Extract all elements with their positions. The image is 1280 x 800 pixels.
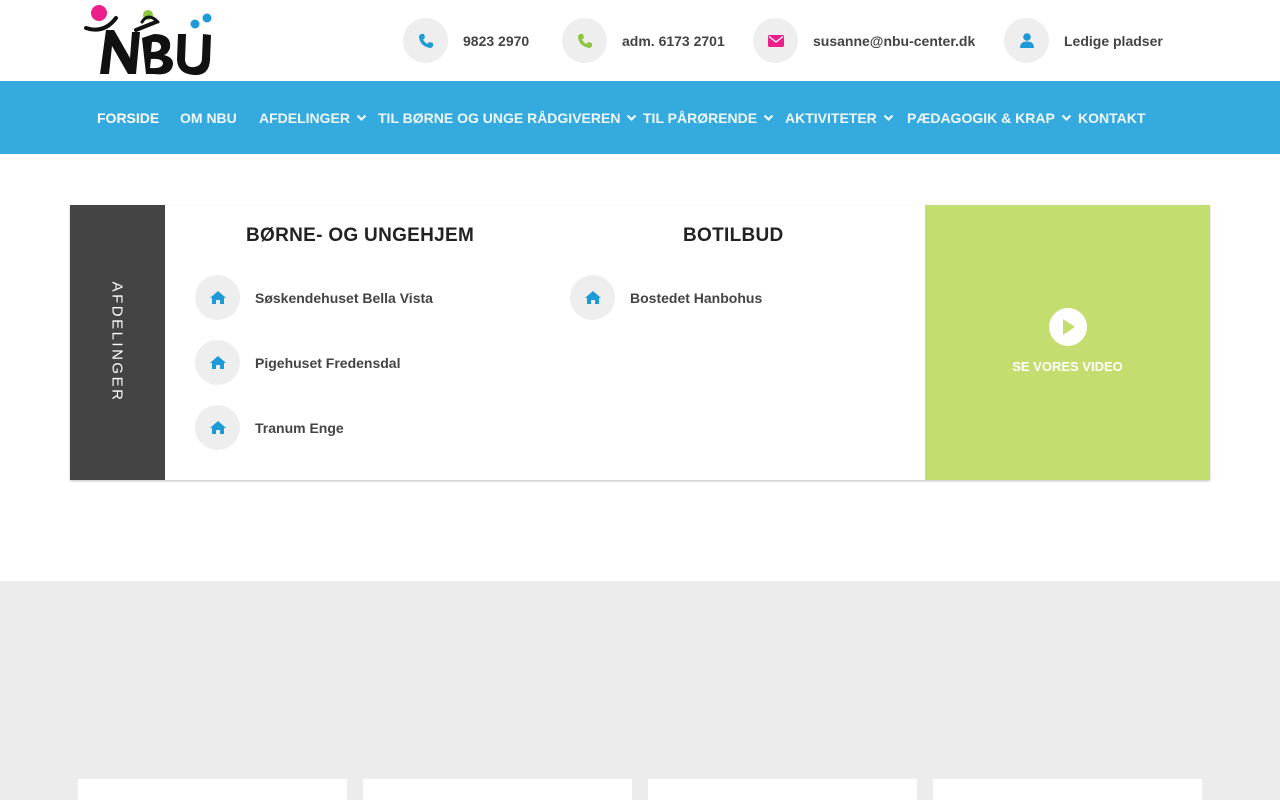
dept-link-hanbohus[interactable]: Bostedet Hanbohus <box>570 275 762 320</box>
nav-item-afdelinger[interactable]: AFDELINGER <box>259 81 367 154</box>
chevron-down-icon <box>883 114 894 122</box>
nbu-logo[interactable] <box>84 4 218 78</box>
nav-item-label: TIL PÅRØRENDE <box>643 109 758 126</box>
column-title-ungehjem: BØRNE- OG UNGEHJEM <box>246 225 475 246</box>
contact-email[interactable]: susanne@nbu-center.dk <box>753 18 975 63</box>
dept-link-label: Bostedet Hanbohus <box>630 289 763 306</box>
content-card <box>933 779 1202 800</box>
home-icon <box>195 340 240 385</box>
nav-item-label: AKTIVITETER <box>785 109 877 126</box>
contact-admin-phone-text: adm. 6173 2701 <box>622 32 725 49</box>
contact-phone[interactable]: 9823 2970 <box>403 18 529 63</box>
main-nav: FORSIDE OM NBU AFDELINGER TIL BØRNE OG U… <box>0 81 1280 154</box>
contact-phone-text: 9823 2970 <box>463 32 530 49</box>
contact-admin-phone[interactable]: adm. 6173 2701 <box>562 18 725 63</box>
home-icon <box>570 275 615 320</box>
envelope-icon <box>753 18 798 63</box>
dept-link-tranum-enge[interactable]: Tranum Enge <box>195 405 344 450</box>
top-bar: 9823 2970 adm. 6173 2701 susanne@nbu-cen… <box>0 0 1280 81</box>
phone-icon <box>403 18 448 63</box>
chevron-down-icon <box>356 114 367 122</box>
dept-link-fredensdal[interactable]: Pigehuset Fredensdal <box>195 340 400 385</box>
user-icon <box>1004 18 1049 63</box>
nav-item-label: OM NBU <box>180 109 237 126</box>
nav-item-label: AFDELINGER <box>259 109 350 126</box>
nav-item-forside[interactable]: FORSIDE <box>97 81 159 154</box>
chevron-down-icon <box>763 114 774 122</box>
content-card <box>78 779 347 800</box>
contact-email-text: susanne@nbu-center.dk <box>813 32 976 49</box>
play-icon <box>1049 308 1087 346</box>
content-card <box>363 779 632 800</box>
chevron-down-icon <box>626 114 637 122</box>
panel-side-tab: AFDELINGER <box>70 205 165 480</box>
content-card <box>648 779 917 800</box>
home-icon <box>195 405 240 450</box>
nav-item-om-nbu[interactable]: OM NBU <box>180 81 237 154</box>
nav-item-paarorende[interactable]: TIL PÅRØRENDE <box>643 81 774 154</box>
nav-item-aktiviteter[interactable]: AKTIVITETER <box>785 81 894 154</box>
lower-section <box>0 581 1280 800</box>
chevron-down-icon <box>1061 114 1072 122</box>
nav-item-kontakt[interactable]: KONTAKT <box>1078 81 1145 154</box>
dept-link-label: Tranum Enge <box>255 419 344 436</box>
video-label: SE VORES VIDEO <box>1012 359 1123 374</box>
home-icon <box>195 275 240 320</box>
nav-item-label: KONTAKT <box>1078 109 1146 126</box>
column-title-botilbud: BOTILBUD <box>683 225 784 246</box>
nav-item-label: TIL BØRNE OG UNGE RÅDGIVEREN <box>378 109 621 126</box>
dept-link-label: Søskendehuset Bella Vista <box>255 289 433 306</box>
phone-icon <box>562 18 607 63</box>
nav-item-label: FORSIDE <box>97 109 160 126</box>
nav-item-raadgiveren[interactable]: TIL BØRNE OG UNGE RÅDGIVEREN <box>378 81 637 154</box>
video-tile[interactable]: SE VORES VIDEO <box>925 205 1210 480</box>
nav-item-label: PÆDAGOGIK & KRAP <box>907 109 1055 126</box>
dept-link-label: Pigehuset Fredensdal <box>255 354 401 371</box>
dept-link-bella-vista[interactable]: Søskendehuset Bella Vista <box>195 275 433 320</box>
departments-panel: AFDELINGER BØRNE- OG UNGEHJEM BOTILBUD S… <box>70 205 1210 480</box>
contact-available-places[interactable]: Ledige pladser <box>1004 18 1163 63</box>
nav-item-paedagogik[interactable]: PÆDAGOGIK & KRAP <box>907 81 1072 154</box>
contact-available-places-text: Ledige pladser <box>1064 32 1163 49</box>
panel-side-label: AFDELINGER <box>108 281 126 403</box>
